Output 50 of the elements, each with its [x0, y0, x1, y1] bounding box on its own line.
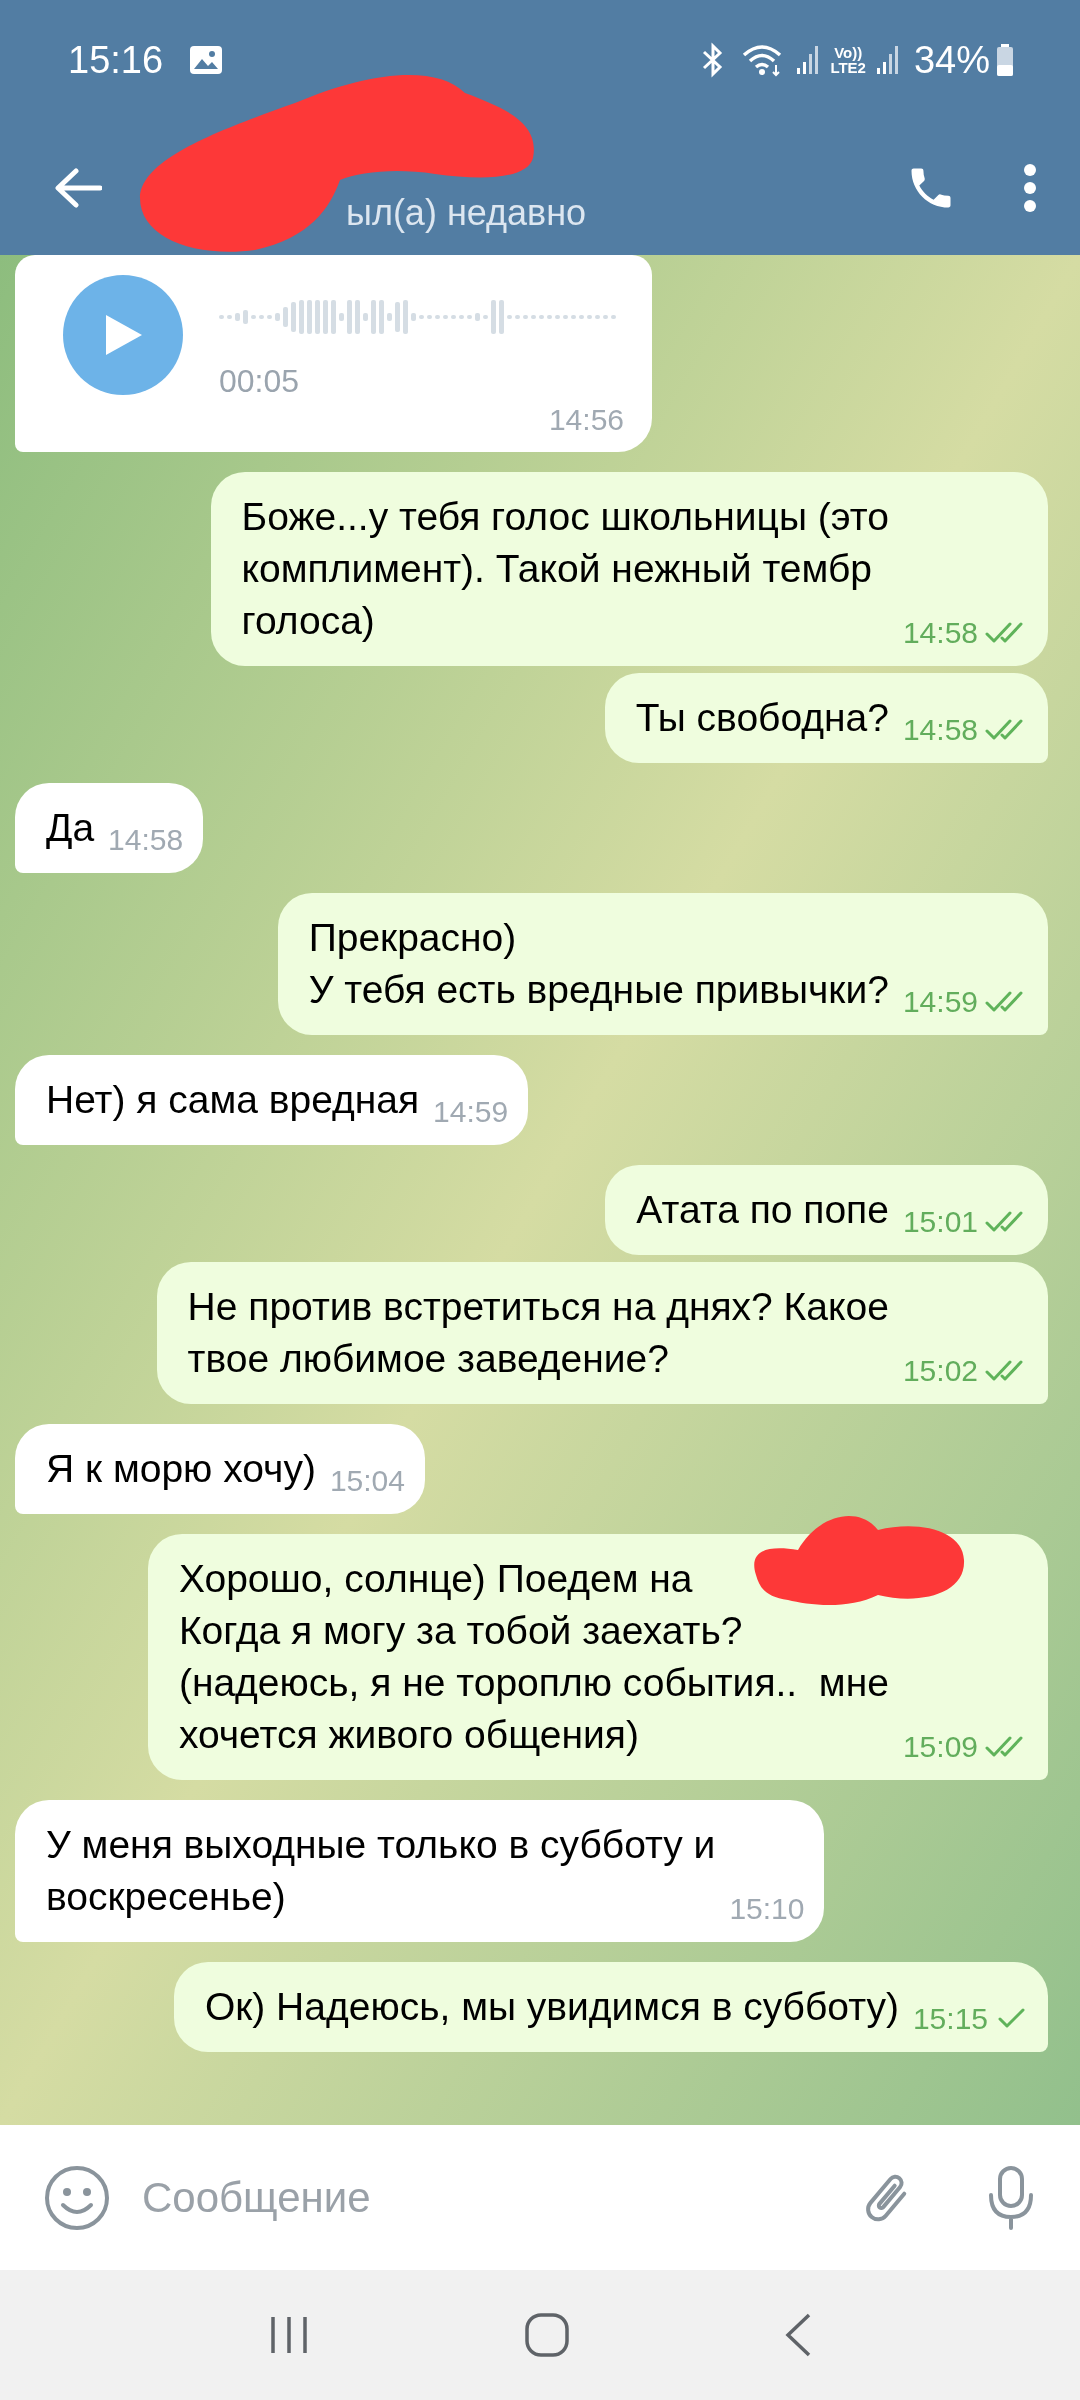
message-input[interactable]: Сообщение	[142, 2166, 836, 2229]
message-bubble[interactable]: Ок) Надеюсь, мы увидимся в субботу) 15:15	[173, 1962, 1048, 2052]
last-seen-status: ыл(а) недавно	[346, 190, 587, 235]
message-text: Я к морю хочу)	[46, 1446, 316, 1492]
back-arrow-icon	[54, 167, 102, 208]
volte-label: Vo))	[834, 45, 863, 60]
status-time: 15:16	[68, 37, 164, 83]
message-time: 14:58	[902, 712, 978, 748]
message-time: 14:56	[548, 402, 624, 438]
gallery-icon	[189, 45, 224, 75]
message-text: У меня выходные только в субботу и воскресенье)	[46, 1822, 716, 1920]
message-bubble[interactable]: Прекрасно) У тебя есть вредные привычки? 14:59	[277, 893, 1048, 1035]
voice-duration: 00:05	[219, 362, 301, 401]
message-text: Не против встретиться на днях? Какое твое любимое заведение?	[187, 1284, 889, 1382]
message-bubble[interactable]: Ты свободна? 14:58	[604, 673, 1048, 763]
message-bubble[interactable]: Боже...у тебя голос школьницы (это комплимент). Такой нежный тембр голоса) 14:58	[210, 472, 1048, 666]
message-bubble[interactable]: Атата по попе 15:01	[605, 1165, 1048, 1255]
message-text: Хорошо, солнце) Поедем на Когда я могу за тобой заехать? (надеюсь, я не тороплю события.. мне хочется живого общения)	[178, 1556, 889, 1758]
message-bubble[interactable]: Хорошо, солнце) Поедем на Когда я могу за тобой заехать? (надеюсь, я не тороплю события.. мне хочется живого общения) 15:09	[147, 1534, 1048, 1780]
message-time: 14:58	[902, 615, 978, 651]
signal-icon	[796, 44, 821, 76]
battery-percent: 34%	[913, 37, 990, 83]
home-icon[interactable]	[524, 2312, 570, 2358]
message-time: 14:58	[108, 822, 184, 858]
message-time: 14:59	[902, 984, 978, 1020]
message-text: Боже...у тебя голос школьницы (это комплимент). Такой нежный тембр голоса)	[241, 494, 889, 644]
emoji-icon[interactable]	[44, 2164, 110, 2231]
message-bubble[interactable]: У меня выходные только в субботу и воскресенье) 15:10	[15, 1800, 825, 1942]
message-text: Ты свободна?	[635, 695, 889, 741]
message-time: 15:09	[902, 1729, 978, 1765]
message-text: Атата по попе	[636, 1187, 889, 1233]
message-bubble[interactable]: Да 14:58	[15, 783, 204, 873]
message-text: Да	[46, 805, 95, 851]
signal-icon	[875, 44, 900, 76]
message-bubble[interactable]: Нет) я сама вредная 14:59	[15, 1055, 529, 1145]
message-text: Прекрасно) У тебя есть вредные привычки?	[308, 915, 889, 1013]
message-time: 14:59	[433, 1094, 509, 1130]
lte-label: LTE2	[830, 60, 866, 75]
battery-icon	[996, 43, 1014, 77]
more-icon	[1023, 162, 1037, 213]
message-time: 15:01	[902, 1204, 978, 1240]
message-text: Ок) Надеюсь, мы увидимся в субботу)	[204, 1984, 899, 2030]
message-bubble[interactable]: Я к морю хочу) 15:04	[15, 1424, 425, 1514]
message-time: 15:10	[729, 1891, 805, 1927]
message-time: 15:02	[902, 1353, 978, 1389]
microphone-icon[interactable]	[986, 2164, 1036, 2231]
message-text: Нет) я сама вредная	[46, 1077, 420, 1123]
message-bubble[interactable]: Не против встретиться на днях? Какое твое любимое заведение? 15:02	[156, 1262, 1048, 1404]
message-time: 15:15	[912, 2001, 988, 2037]
message-time: 15:04	[329, 1463, 405, 1499]
